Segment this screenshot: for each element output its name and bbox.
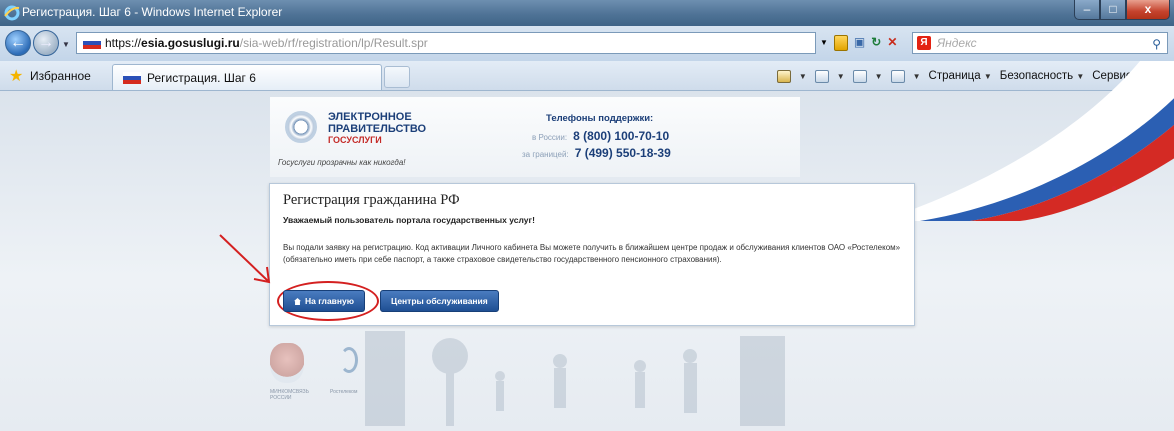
back-button[interactable]: ← [5, 30, 31, 56]
address-dropdown-icon[interactable]: ▼ [820, 35, 828, 51]
people-silhouettes-decoration [365, 331, 785, 426]
close-button[interactable]: x [1126, 0, 1170, 20]
maximize-button[interactable]: □ [1100, 0, 1126, 20]
new-tab-button[interactable] [384, 66, 410, 88]
url-domain: esia.gosuslugi.ru [141, 36, 240, 50]
window-title: Регистрация. Шаг 6 - Windows Internet Ex… [22, 5, 283, 19]
favorites-button[interactable]: Избранное [30, 69, 91, 83]
page-content: ЭЛЕКТРОННОЕ ПРАВИТЕЛЬСТВО ГОСУСЛУГИ Госу… [0, 61, 1174, 431]
tab-label: Регистрация. Шаг 6 [147, 71, 256, 85]
address-input[interactable]: https://esia.gosuslugi.ru/sia-web/rf/reg… [76, 32, 816, 54]
tab-registration[interactable]: Регистрация. Шаг 6 [112, 64, 382, 90]
ie-logo-icon [4, 5, 20, 21]
greeting: Уважаемый пользователь портала государст… [283, 215, 535, 225]
home-button-label: На главную [305, 296, 355, 306]
page-title: Регистрация гражданина РФ [283, 192, 460, 208]
home-icon[interactable] [776, 69, 791, 83]
search-placeholder: Яндекс [937, 36, 977, 50]
minsvyaz-label: МИНКОМСВЯЗЬ РОССИИ [270, 389, 309, 401]
house-icon [294, 298, 301, 305]
coat-of-arms-icon [270, 343, 304, 383]
stop-icon[interactable]: ✕ [887, 35, 897, 51]
portal-header: ЭЛЕКТРОННОЕ ПРАВИТЕЛЬСТВО ГОСУСЛУГИ Госу… [270, 97, 800, 177]
support-abroad: за границей: 7 (499) 550-18-39 [522, 146, 671, 160]
gosuslugi-logo-icon [285, 111, 317, 143]
brand-line-3: ГОСУСЛУГИ [328, 135, 382, 145]
url-protocol: https:// [105, 36, 142, 50]
url-path: /sia-web/rf/registration/lp/Result.spr [239, 36, 428, 50]
registration-card: Регистрация гражданина РФ Уважаемый поль… [269, 183, 915, 326]
support-russia-number: 8 (800) 100-70-10 [573, 129, 670, 143]
support-title: Телефоны поддержки: [546, 113, 654, 124]
feeds-icon[interactable] [814, 69, 829, 83]
slogan: Госуслуги прозрачны как никогда! [278, 158, 406, 167]
tab-flag-icon [123, 72, 141, 84]
brand-line-1: ЭЛЕКТРОННОЕ [328, 111, 412, 123]
compatibility-view-icon[interactable]: ▣ [854, 35, 865, 51]
red-dot-decoration [1112, 186, 1116, 190]
rostelecom-logo-icon [340, 347, 358, 373]
refresh-icon[interactable]: ↻ [871, 35, 881, 51]
russia-flag-icon [83, 37, 101, 49]
search-icon[interactable]: ⚲ [1152, 34, 1161, 54]
brand-line-2: ПРАВИТЕЛЬСТВО [328, 123, 427, 135]
support-abroad-label: за границей: [522, 150, 569, 159]
support-russia-label: в России: [532, 133, 568, 142]
yandex-logo-icon: Я [917, 36, 931, 50]
mail-icon[interactable] [852, 69, 867, 83]
flag-swoosh-decoration [880, 61, 1174, 221]
forward-button[interactable]: → [33, 30, 59, 56]
service-centers-button[interactable]: Центры обслуживания [380, 290, 499, 312]
recent-pages-chevron-icon[interactable]: ▼ [62, 40, 70, 49]
home-dropdown-icon[interactable]: ▼ [799, 72, 807, 81]
minimize-button[interactable]: – [1074, 0, 1100, 20]
address-row: ← → ▼ https://esia.gosuslugi.ru/sia-web/… [0, 26, 1174, 61]
home-button[interactable]: На главную [283, 290, 366, 312]
registration-message: Вы подали заявку на регистрацию. Код акт… [283, 243, 901, 264]
annotation-arrow [219, 234, 271, 284]
support-abroad-number: 7 (499) 550-18-39 [574, 146, 671, 160]
support-russia: в России: 8 (800) 100-70-10 [532, 129, 669, 143]
window-title-bar: Регистрация. Шаг 6 - Windows Internet Ex… [0, 0, 1174, 26]
favorites-star-icon[interactable]: ★ [9, 66, 23, 86]
search-input[interactable]: Я Яндекс ⚲ [912, 32, 1168, 54]
lock-icon[interactable] [833, 35, 848, 51]
feeds-dropdown-icon[interactable]: ▼ [837, 72, 845, 81]
rostelecom-label: Ростелеком [330, 389, 358, 395]
